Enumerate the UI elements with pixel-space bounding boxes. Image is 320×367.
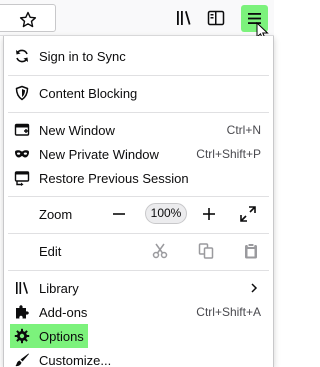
copy-icon[interactable] [197, 242, 215, 260]
menu-item-content-blocking[interactable]: Content Blocking [4, 81, 273, 105]
menu-separator [8, 196, 269, 197]
menu-separator [8, 233, 269, 234]
menu-item-label: Library [39, 281, 79, 296]
plus-icon[interactable] [199, 204, 219, 224]
chevron-right-icon [251, 283, 258, 293]
menu-item-options[interactable]: Options [4, 324, 273, 348]
zoom-label: Zoom [39, 207, 73, 222]
menu-item-restore-previous-session[interactable]: Restore Previous Session [4, 166, 273, 190]
menu-separator [8, 75, 269, 76]
edit-controls: Edit [4, 239, 273, 263]
keyboard-shortcut: Ctrl+Shift+A [196, 305, 261, 319]
menu-item-library[interactable]: Library [4, 276, 273, 300]
cut-icon[interactable] [151, 242, 169, 260]
minus-icon[interactable] [109, 204, 129, 224]
menu-item-label: New Window [39, 123, 115, 138]
sync-icon [16, 49, 28, 63]
fullscreen-icon[interactable] [238, 204, 258, 224]
puzzle-icon [16, 305, 29, 319]
menu-item-label: Restore Previous Session [39, 171, 189, 186]
menu-separator [8, 270, 269, 271]
menu-item-label: Customize... [39, 353, 112, 367]
menu-item-new-private-window[interactable]: New Private Window Ctrl+Shift+P [4, 142, 273, 166]
library-icon [16, 282, 28, 294]
private-mask-icon [15, 150, 29, 158]
menu-item-sign-in-to-sync[interactable]: Sign in to Sync [4, 44, 273, 68]
navigation-toolbar [0, 0, 274, 41]
shield-icon [15, 85, 29, 101]
restore-session-icon [14, 171, 30, 186]
zoom-reset-button[interactable]: 100% [145, 203, 187, 224]
url-bar[interactable] [0, 4, 56, 32]
sidebar-icon[interactable] [206, 8, 226, 28]
menu-item-label: Sign in to Sync [39, 49, 126, 64]
gear-icon [14, 328, 30, 344]
menu-item-new-window[interactable]: New Window Ctrl+N [4, 118, 273, 142]
keyboard-shortcut: Ctrl+N [226, 123, 261, 137]
menu-item-label: Add-ons [39, 305, 88, 320]
menu-item-label: Content Blocking [39, 86, 138, 101]
new-window-icon [14, 123, 30, 136]
app-menu-panel: Sign in to Sync Content Blocking New Win… [3, 36, 274, 367]
paintbrush-icon [15, 353, 29, 367]
menu-item-add-ons[interactable]: Add-ons Ctrl+Shift+A [4, 300, 273, 324]
edit-label: Edit [39, 244, 62, 259]
menu-item-label: Options [39, 329, 84, 344]
library-icon[interactable] [174, 8, 194, 28]
keyboard-shortcut: Ctrl+Shift+P [196, 147, 261, 161]
paste-icon[interactable] [242, 242, 260, 260]
menu-separator [8, 112, 269, 113]
menu-item-label: New Private Window [39, 147, 159, 162]
zoom-controls: Zoom 100% [4, 202, 273, 226]
menu-item-customize[interactable]: Customize... [4, 348, 273, 367]
star-icon[interactable] [19, 11, 37, 29]
